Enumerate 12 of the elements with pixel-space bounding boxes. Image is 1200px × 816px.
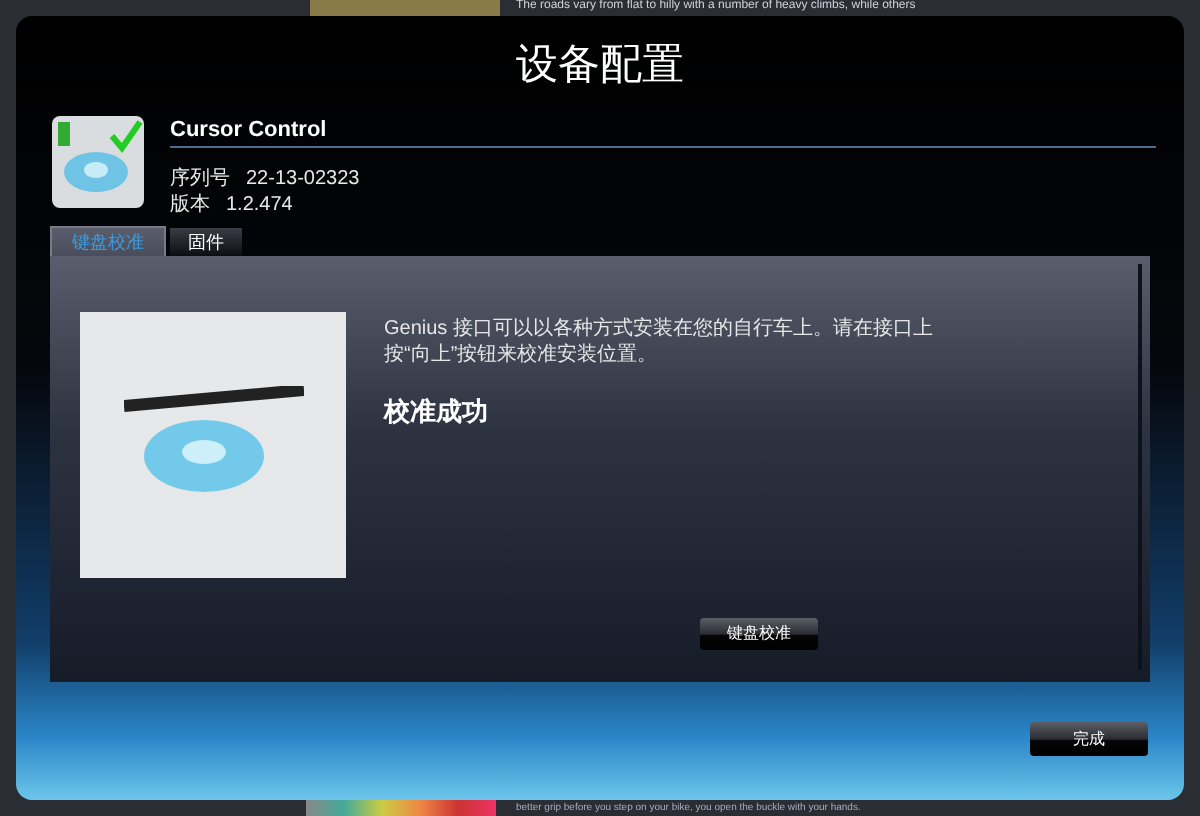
calibrate-button[interactable]: 键盘校准 [700, 618, 818, 650]
version-number: 1.2.474 [226, 192, 293, 218]
device-thumbnail-icon [52, 116, 144, 208]
done-button[interactable]: 完成 [1030, 722, 1148, 756]
window-title: 设备配置 [516, 38, 684, 93]
device-name: Cursor Control [170, 116, 1156, 148]
tab[interactable]: 固件 [170, 228, 242, 256]
description-text: Genius 接口可以以各种方式安装在您的自行车上。请在接口上按“向上”按钮来校准安装位置。 [384, 316, 935, 368]
status-text: 校准成功 [384, 394, 490, 430]
serial-label: 序列号 [170, 166, 230, 192]
version-label: 版本 [170, 192, 210, 218]
serial-number: 22-13-02323 [246, 166, 360, 192]
